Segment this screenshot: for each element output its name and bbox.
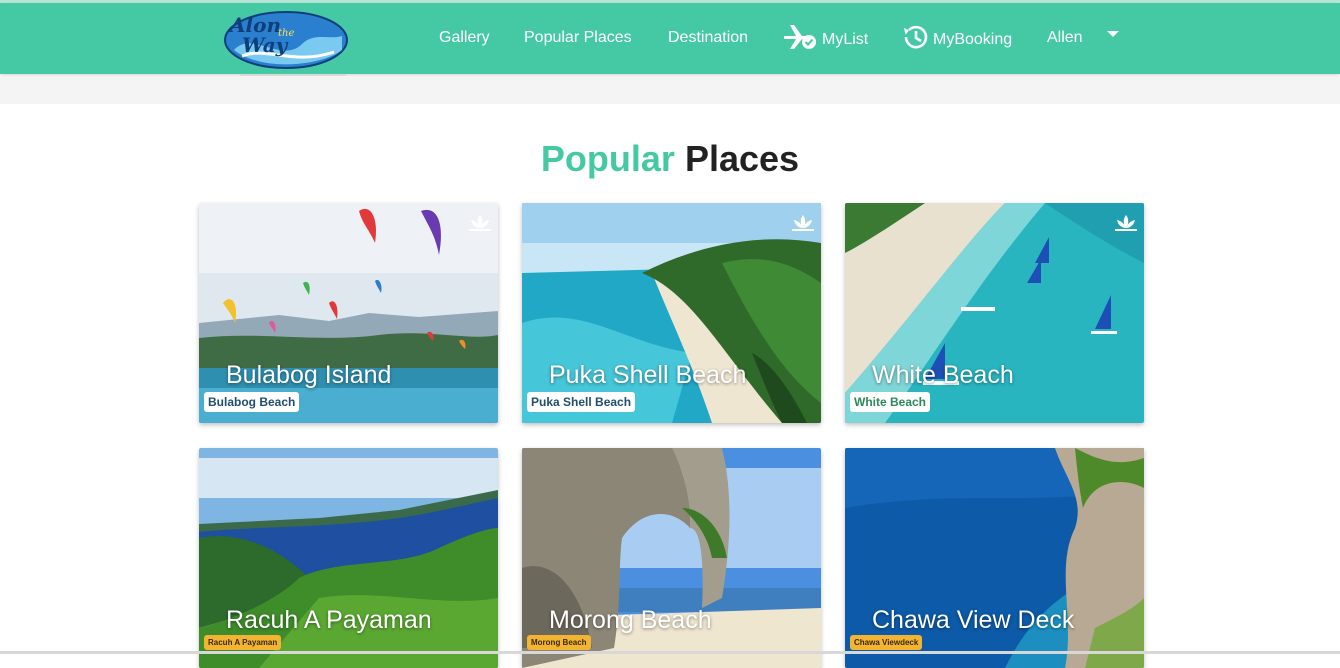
- caret-down-icon[interactable]: [1107, 31, 1119, 37]
- page-title-rest: Places: [684, 138, 800, 179]
- place-card-title: Morong Beach: [549, 606, 712, 634]
- place-card-badge: White Beach: [850, 392, 931, 412]
- place-card-puka[interactable]: Puka Shell Beach Puka Shell Beach: [522, 203, 821, 423]
- lotus-icon[interactable]: [1114, 213, 1138, 238]
- puka-beach-image: [522, 203, 821, 423]
- history-icon: [901, 23, 933, 56]
- lotus-icon[interactable]: [791, 213, 815, 238]
- place-card-bulabog[interactable]: Bulabog Island Bulabog Beach: [199, 203, 498, 423]
- place-card-title: Racuh A Payaman: [226, 606, 432, 634]
- nav-popular-places[interactable]: Popular Places: [524, 29, 632, 47]
- place-card-badge: Racuh A Payaman: [204, 635, 282, 650]
- page-title-accent: Popular: [540, 138, 675, 179]
- nav-gallery[interactable]: Gallery: [439, 29, 490, 47]
- brand-logo[interactable]: Alon the Way: [222, 6, 350, 70]
- kites-beach-image: [199, 203, 498, 423]
- nav-mybooking[interactable]: MyBooking: [901, 23, 1012, 56]
- place-card-morong[interactable]: Morong Beach Morong Beach: [522, 448, 821, 668]
- nav-mybooking-label: MyBooking: [933, 30, 1013, 48]
- place-card-title: Chawa View Deck: [872, 606, 1075, 634]
- place-card-chawa[interactable]: Chawa View Deck Chawa Viewdeck: [845, 448, 1144, 668]
- lotus-icon[interactable]: [468, 213, 492, 238]
- place-card-badge: Chawa Viewdeck: [850, 635, 923, 650]
- navbar: Alon the Way Gallery Popular Places Dest…: [0, 3, 1340, 74]
- place-card-badge: Puka Shell Beach: [527, 392, 636, 412]
- place-card-title: Bulabog Island: [226, 361, 392, 389]
- nav-mylist[interactable]: MyList: [782, 23, 868, 56]
- nav-destination[interactable]: Destination: [668, 29, 748, 47]
- page-title: Popular Places: [0, 138, 1340, 180]
- place-card-title: Puka Shell Beach: [549, 361, 747, 389]
- nav-user[interactable]: Allen: [1047, 29, 1083, 47]
- nav-mylist-label: MyList: [822, 30, 869, 48]
- place-card-white-beach[interactable]: White Beach White Beach: [845, 203, 1144, 423]
- place-card-badge: Bulabog Beach: [204, 392, 300, 412]
- place-card-badge: Morong Beach: [527, 635, 591, 650]
- white-beach-image: [845, 203, 1144, 423]
- airplane-check-icon: [782, 23, 822, 56]
- sub-header-strip: [0, 76, 1340, 104]
- svg-text:Way: Way: [242, 33, 289, 57]
- place-card-title: White Beach: [872, 361, 1014, 389]
- place-card-racuh[interactable]: Racuh A Payaman Racuh A Payaman: [199, 448, 498, 668]
